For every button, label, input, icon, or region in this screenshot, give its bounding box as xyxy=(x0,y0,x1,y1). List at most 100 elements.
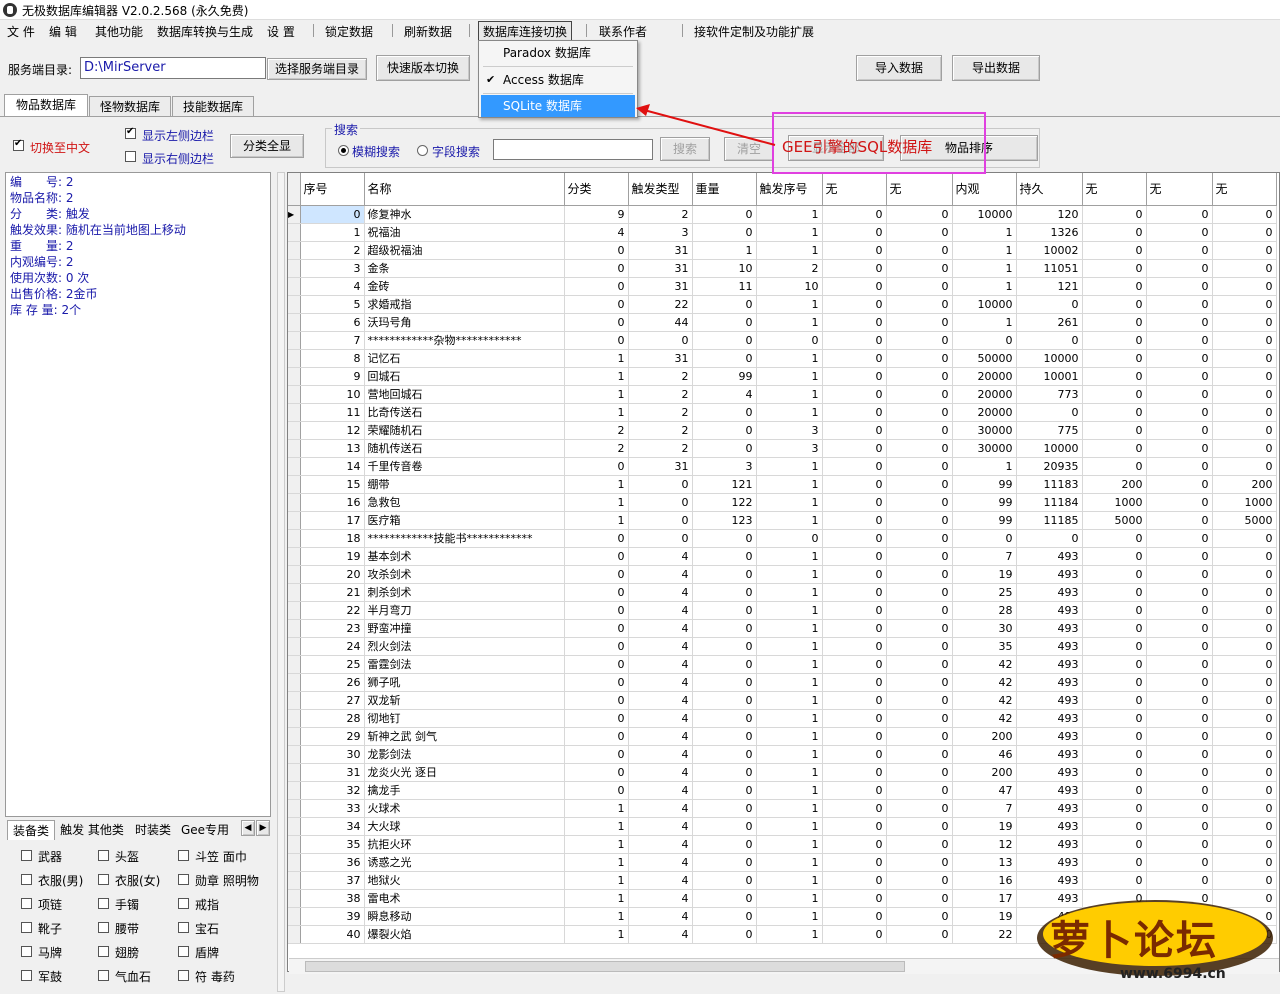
table-cell[interactable]: 0 xyxy=(952,331,1017,350)
table-cell[interactable]: 1 xyxy=(952,457,1017,476)
table-cell[interactable]: 0 xyxy=(692,583,757,602)
column-header[interactable]: 重量 xyxy=(692,173,757,206)
table-cell[interactable]: 36 xyxy=(300,853,365,872)
equip-checkbox[interactable] xyxy=(178,874,189,885)
table-cell[interactable]: 0 xyxy=(300,205,365,224)
table-cell[interactable]: 0 xyxy=(564,547,629,566)
table-cell[interactable]: 0 xyxy=(1082,331,1147,350)
table-cell[interactable]: 0 xyxy=(1146,637,1213,656)
table-cell[interactable]: 0 xyxy=(822,205,887,224)
table-cell[interactable]: 2 xyxy=(628,439,693,458)
scroll-thumb[interactable] xyxy=(305,961,905,972)
table-cell[interactable]: 17 xyxy=(952,889,1017,908)
table-row[interactable]: 8 记忆石 1 31 0 1 0 0 50000 10000 0 0 0 xyxy=(288,349,1277,368)
table-row[interactable]: 25 雷霆剑法 0 4 0 1 0 0 42 493 0 0 0 xyxy=(288,655,1277,674)
table-cell[interactable]: 40 xyxy=(300,925,365,944)
table-cell[interactable]: 0 xyxy=(822,871,887,890)
table-cell[interactable]: 0 xyxy=(564,673,629,692)
table-cell[interactable]: 1 xyxy=(564,403,629,422)
equip-checkbox[interactable] xyxy=(178,922,189,933)
show-all-categories-button[interactable]: 分类全显 xyxy=(230,134,304,158)
table-row[interactable]: 22 半月弯刀 0 4 0 1 0 0 28 493 0 0 0 xyxy=(288,601,1277,620)
table-cell[interactable]: 1000 xyxy=(1212,493,1277,512)
table-cell[interactable]: 0 xyxy=(952,529,1017,548)
table-cell[interactable]: 0 xyxy=(1082,439,1147,458)
table-cell[interactable]: 0 xyxy=(822,907,887,926)
table-cell[interactable]: 4 xyxy=(628,745,693,764)
table-cell[interactable]: 4 xyxy=(628,907,693,926)
table-cell[interactable]: 0 xyxy=(1082,601,1147,620)
table-cell[interactable]: 0 xyxy=(1212,799,1277,818)
table-cell[interactable]: 0 xyxy=(822,583,887,602)
table-cell[interactable]: 0 xyxy=(886,295,953,314)
table-cell[interactable]: 0 xyxy=(692,313,757,332)
table-cell[interactable]: 0 xyxy=(822,457,887,476)
table-cell[interactable]: 0 xyxy=(1082,619,1147,638)
server-dir-input[interactable]: D:\MirServer xyxy=(80,57,266,79)
table-cell[interactable]: 38 xyxy=(300,889,365,908)
equip-checkbox[interactable] xyxy=(178,970,189,981)
equip-checkbox[interactable] xyxy=(98,874,109,885)
table-cell[interactable]: 4 xyxy=(628,727,693,746)
table-cell[interactable]: 0 xyxy=(1146,421,1213,440)
table-cell[interactable]: 493 xyxy=(1016,763,1083,782)
table-cell[interactable]: 19 xyxy=(952,907,1017,926)
menu-other[interactable]: 其他功能 xyxy=(95,23,143,40)
table-cell[interactable]: 1 xyxy=(952,277,1017,296)
table-cell[interactable]: 0 xyxy=(564,313,629,332)
table-cell[interactable]: 0 xyxy=(1146,835,1213,854)
table-cell[interactable]: 0 xyxy=(1212,529,1277,548)
table-cell[interactable]: 0 xyxy=(692,205,757,224)
table-cell[interactable]: 0 xyxy=(628,475,693,494)
table-row[interactable]: 33 火球术 1 4 0 1 0 0 7 493 0 0 0 xyxy=(288,799,1277,818)
table-cell[interactable]: 3 xyxy=(756,421,823,440)
table-cell[interactable]: 0 xyxy=(692,565,757,584)
table-cell[interactable]: 0 xyxy=(1082,385,1147,404)
table-cell[interactable]: 0 xyxy=(1082,565,1147,584)
table-cell[interactable]: 493 xyxy=(1016,655,1083,674)
column-header[interactable]: 持久 xyxy=(1016,173,1083,206)
table-cell[interactable]: 0 xyxy=(1212,817,1277,836)
table-cell[interactable]: 0 xyxy=(1212,313,1277,332)
table-cell[interactable]: 10000 xyxy=(952,205,1017,224)
table-cell[interactable]: 0 xyxy=(692,637,757,656)
table-cell[interactable]: 0 xyxy=(1146,709,1213,728)
table-cell[interactable]: 2 xyxy=(628,421,693,440)
table-cell[interactable]: 0 xyxy=(1212,439,1277,458)
table-cell[interactable]: 0 xyxy=(1212,241,1277,260)
table-cell[interactable]: 0 xyxy=(1082,655,1147,674)
table-cell[interactable]: 0 xyxy=(692,529,757,548)
table-cell[interactable]: 99 xyxy=(952,493,1017,512)
table-cell[interactable]: 0 xyxy=(692,673,757,692)
table-cell[interactable]: 122 xyxy=(692,493,757,512)
table-cell[interactable]: 19 xyxy=(952,565,1017,584)
cat-tab-gee[interactable]: Gee专用 xyxy=(179,820,231,840)
table-row[interactable]: 3 金条 0 31 10 2 0 0 1 11051 0 0 0 xyxy=(288,259,1277,278)
table-cell[interactable]: 0 xyxy=(692,745,757,764)
table-cell[interactable]: 0 xyxy=(886,277,953,296)
table-cell[interactable]: 修复神水 xyxy=(364,205,565,224)
table-row[interactable]: 17 医疗箱 1 0 123 1 0 0 99 11185 5000 0 5000 xyxy=(288,511,1277,530)
table-cell[interactable]: 200 xyxy=(1212,475,1277,494)
table-cell[interactable]: 1 xyxy=(756,313,823,332)
table-row[interactable]: 16 急救包 1 0 122 1 0 0 99 11184 1000 0 1000 xyxy=(288,493,1277,512)
table-cell[interactable]: 1 xyxy=(756,799,823,818)
table-cell[interactable]: 刺杀剑术 xyxy=(364,583,565,602)
table-cell[interactable]: 493 xyxy=(1016,691,1083,710)
table-cell[interactable]: 0 xyxy=(1146,205,1213,224)
table-cell[interactable]: 0 xyxy=(886,709,953,728)
table-cell[interactable]: 1 xyxy=(756,619,823,638)
table-row[interactable]: 9 回城石 1 2 99 1 0 0 20000 10001 0 0 0 xyxy=(288,367,1277,386)
table-cell[interactable]: 4 xyxy=(628,673,693,692)
table-cell[interactable]: 3 xyxy=(756,439,823,458)
table-row[interactable]: 7 ************杂物************ 0 0 0 0 0 0 0 0 0 0 0 xyxy=(288,331,1277,350)
table-cell[interactable]: 0 xyxy=(1146,655,1213,674)
table-cell[interactable]: 1 xyxy=(756,493,823,512)
table-cell[interactable]: 0 xyxy=(886,223,953,242)
table-cell[interactable]: 22 xyxy=(300,601,365,620)
table-cell[interactable]: 1 xyxy=(756,853,823,872)
table-cell[interactable]: 2 xyxy=(628,205,693,224)
table-cell[interactable]: 1 xyxy=(756,745,823,764)
table-cell[interactable]: 0 xyxy=(564,763,629,782)
table-cell[interactable]: 13 xyxy=(952,853,1017,872)
